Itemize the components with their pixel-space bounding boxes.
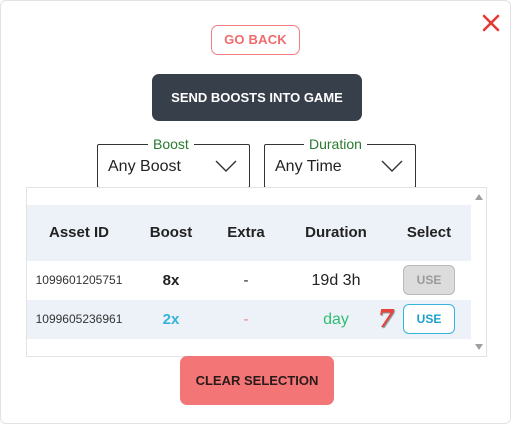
table-row: 1099605236961 2x - day 7 USE bbox=[27, 300, 471, 339]
header-select: Select bbox=[406, 224, 452, 241]
close-x-icon bbox=[482, 14, 500, 32]
duration-filter-legend: Duration bbox=[304, 136, 367, 152]
header-extra: Extra bbox=[227, 224, 265, 241]
boost-cell: 2x bbox=[162, 311, 180, 328]
chevron-down-icon bbox=[381, 160, 403, 172]
duration-filter-value: Any Time bbox=[275, 158, 342, 175]
level-badge: 7 bbox=[377, 304, 395, 333]
use-button[interactable]: USE bbox=[403, 304, 455, 334]
use-button[interactable]: USE bbox=[403, 265, 455, 295]
chevron-down-icon bbox=[215, 160, 237, 172]
boost-filter-value: Any Boost bbox=[108, 158, 181, 175]
duration-cell: 19d 3h bbox=[311, 272, 361, 289]
boost-cell: 8x bbox=[162, 272, 180, 289]
extra-cell: - bbox=[243, 311, 249, 328]
table-row: 1099601205751 8x - 19d 3h USE bbox=[27, 261, 471, 300]
scroll-up-icon[interactable] bbox=[475, 194, 483, 200]
send-boosts-button[interactable]: SEND BOOSTS INTO GAME bbox=[152, 74, 362, 121]
header-asset-id: Asset ID bbox=[48, 224, 110, 241]
clear-selection-button[interactable]: CLEAR SELECTION bbox=[180, 356, 334, 405]
asset-id-cell: 1099605236961 bbox=[35, 312, 123, 326]
scroll-down-icon[interactable] bbox=[475, 344, 483, 350]
boost-selection-dialog: GO BACK SEND BOOSTS INTO GAME Boost Any … bbox=[0, 0, 511, 424]
duration-filter-select[interactable]: Duration Any Time bbox=[264, 136, 416, 188]
boosts-table: Asset ID Boost Extra Duration Select 109… bbox=[26, 187, 487, 357]
table-header: Asset ID Boost Extra Duration Select bbox=[27, 205, 471, 261]
header-boost: Boost bbox=[149, 224, 193, 241]
boost-filter-legend: Boost bbox=[148, 136, 194, 152]
header-duration: Duration bbox=[305, 224, 367, 241]
asset-id-cell: 1099601205751 bbox=[35, 273, 123, 287]
table-scrollbar[interactable] bbox=[472, 188, 486, 356]
extra-cell: - bbox=[243, 272, 249, 289]
boost-filter-select[interactable]: Boost Any Boost bbox=[97, 136, 250, 188]
go-back-button[interactable]: GO BACK bbox=[211, 25, 300, 55]
close-icon[interactable] bbox=[479, 11, 503, 35]
